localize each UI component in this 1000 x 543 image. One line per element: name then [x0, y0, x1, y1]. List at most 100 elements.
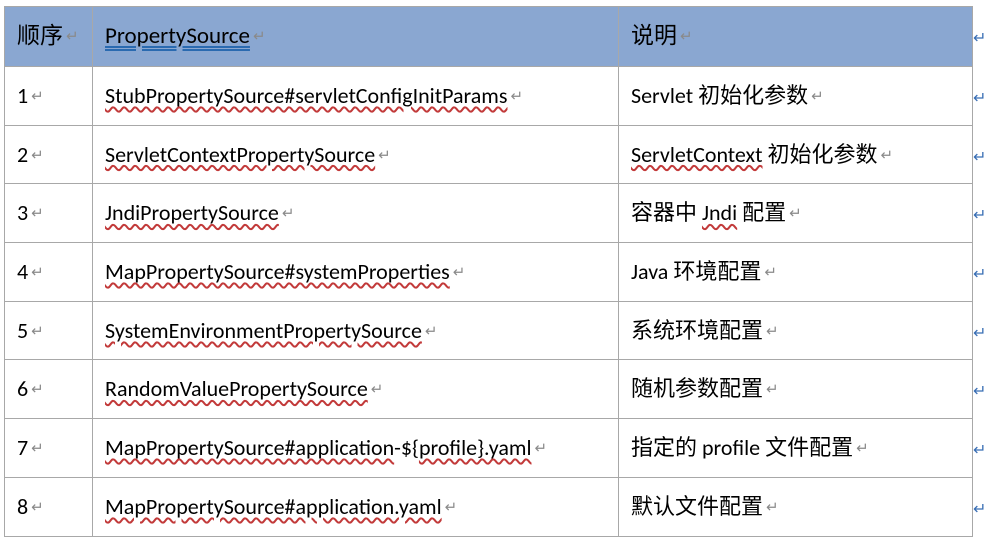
row-end-mark-icon: ↵ [973, 324, 986, 343]
para-mark-icon: ↵ [66, 28, 79, 46]
cell-prop: ServletContextPropertySource↵ [93, 125, 619, 184]
para-mark-icon: ↵ [510, 88, 523, 106]
row-end-mark-icon: ↵ [973, 89, 986, 108]
row-end-mark: ↵ [973, 477, 997, 536]
para-mark-icon: ↵ [31, 381, 44, 399]
cell-desc: ServletContext 初始化参数↵ [619, 125, 973, 184]
cell-desc-part: ServletContext [631, 141, 763, 168]
row-end-mark: ↵ [973, 243, 997, 302]
cell-prop-part: MapPropertySource#application.yaml [105, 493, 442, 520]
cell-desc-part: 容器中 [631, 199, 702, 226]
cell-prop-part: StubPropertySource#servletConfigInitPara… [105, 82, 507, 109]
cell-desc: Servlet 初始化参数↵ [619, 67, 973, 126]
cell-seq-text: 2 [17, 141, 28, 168]
cell-desc-part: 系统环境配置 [631, 317, 763, 344]
para-mark-icon: ↵ [371, 381, 384, 399]
property-source-table: 顺序↵ PropertySource↵ 说明↵ ↵ 1↵StubProperty… [4, 6, 997, 537]
para-mark-icon: ↵ [766, 499, 779, 517]
cell-seq: 2↵ [5, 125, 93, 184]
cell-prop: MapPropertySource#systemProperties↵ [93, 243, 619, 302]
table-row: 6↵RandomValuePropertySource↵随机参数配置↵↵ [5, 360, 997, 419]
row-end-mark-icon: ↵ [973, 441, 986, 460]
table-row: 4↵MapPropertySource#systemProperties↵Jav… [5, 243, 997, 302]
para-mark-icon: ↵ [453, 264, 466, 282]
row-end-mark: ↵ [973, 184, 997, 243]
para-mark-icon: ↵ [31, 323, 44, 341]
header-prop-text: PropertySource [105, 22, 250, 50]
cell-prop: RandomValuePropertySource↵ [93, 360, 619, 419]
table-body: 1↵StubPropertySource#servletConfigInitPa… [5, 67, 997, 537]
header-prop: PropertySource↵ [93, 7, 619, 67]
cell-seq: 4↵ [5, 243, 93, 302]
cell-seq-text: 4 [17, 258, 28, 285]
cell-seq: 6↵ [5, 360, 93, 419]
row-end-mark: ↵ [973, 301, 997, 360]
para-mark-icon: ↵ [31, 440, 44, 458]
para-mark-icon: ↵ [766, 381, 779, 399]
para-mark-icon: ↵ [811, 88, 824, 106]
table-row: 7↵ MapPropertySource#application-${profil… [5, 419, 997, 478]
cell-desc: Java 环境配置↵ [619, 243, 973, 302]
row-end-mark-icon: ↵ [973, 148, 986, 167]
cell-seq-text: 5 [17, 317, 28, 344]
row-end-mark-icon: ↵ [973, 382, 986, 401]
row-end-mark: ↵ [973, 360, 997, 419]
cell-desc-part: 指定的 profile 文件配置 [631, 434, 853, 461]
cell-desc-part: Servlet 初始化参数 [631, 82, 808, 109]
para-mark-icon: ↵ [378, 147, 391, 165]
cell-seq: 8↵ [5, 477, 93, 536]
para-mark-icon: ↵ [766, 323, 779, 341]
row-end-mark: ↵ [973, 7, 997, 67]
para-mark-icon: ↵ [764, 264, 777, 282]
para-mark-icon: ↵ [535, 440, 548, 458]
cell-desc-part: 默认文件配置 [631, 493, 763, 520]
cell-desc-part: 随机参数配置 [631, 375, 763, 402]
cell-seq-text: 1 [17, 82, 28, 109]
para-mark-icon: ↵ [31, 499, 44, 517]
row-end-mark: ↵ [973, 67, 997, 126]
cell-prop-part: JndiPropertySource [105, 199, 279, 226]
para-mark-icon: ↵ [253, 28, 266, 46]
cell-desc-part: Java 环境配置 [631, 258, 761, 285]
cell-desc: 指定的 profile 文件配置↵ [619, 419, 973, 478]
cell-desc: 随机参数配置↵ [619, 360, 973, 419]
cell-prop-part: MapPropertySource#application [105, 434, 394, 461]
table-row: 2↵ServletContextPropertySource↵ServletCo… [5, 125, 997, 184]
row-end-mark: ↵ [973, 125, 997, 184]
cell-seq-text: 3 [17, 199, 28, 226]
cell-seq: 1↵ [5, 67, 93, 126]
cell-seq-text: 8 [17, 493, 28, 520]
header-desc-text: 说明 [631, 22, 677, 50]
cell-prop-part: RandomValuePropertySource [105, 375, 368, 402]
header-seq-text: 顺序 [17, 22, 63, 50]
row-end-mark: ↵ [973, 419, 997, 478]
para-mark-icon: ↵ [445, 499, 458, 517]
table-row: 8↵MapPropertySource#application.yaml↵默认文… [5, 477, 997, 536]
header-seq: 顺序↵ [5, 7, 93, 67]
cell-prop-part: profile}.yaml [419, 434, 532, 461]
para-mark-icon: ↵ [31, 264, 44, 282]
para-mark-icon: ↵ [789, 205, 802, 223]
cell-desc: 默认文件配置↵ [619, 477, 973, 536]
cell-seq: 3↵ [5, 184, 93, 243]
cell-prop-part: SystemEnvironmentPropertySource [105, 317, 422, 344]
cell-seq: 7↵ [5, 419, 93, 478]
cell-desc-part: 配置 [737, 199, 786, 226]
row-end-mark-icon: ↵ [973, 500, 986, 519]
cell-prop: MapPropertySource#application.yaml↵ [93, 477, 619, 536]
para-mark-icon: ↵ [282, 205, 295, 223]
cell-prop-part: -${ [394, 434, 419, 461]
header-desc: 说明↵ [619, 7, 973, 67]
cell-prop-part: ServletContextPropertySource [105, 141, 375, 168]
cell-prop: SystemEnvironmentPropertySource↵ [93, 301, 619, 360]
cell-desc-part: 初始化参数 [763, 141, 878, 168]
para-mark-icon: ↵ [31, 88, 44, 106]
para-mark-icon: ↵ [856, 440, 869, 458]
cell-prop: JndiPropertySource↵ [93, 184, 619, 243]
cell-desc: 系统环境配置↵ [619, 301, 973, 360]
table-row: 3↵JndiPropertySource↵容器中 Jndi 配置↵↵ [5, 184, 997, 243]
cell-seq-text: 6 [17, 375, 28, 402]
cell-prop: StubPropertySource#servletConfigInitPara… [93, 67, 619, 126]
para-mark-icon: ↵ [31, 205, 44, 223]
para-mark-icon: ↵ [31, 147, 44, 165]
